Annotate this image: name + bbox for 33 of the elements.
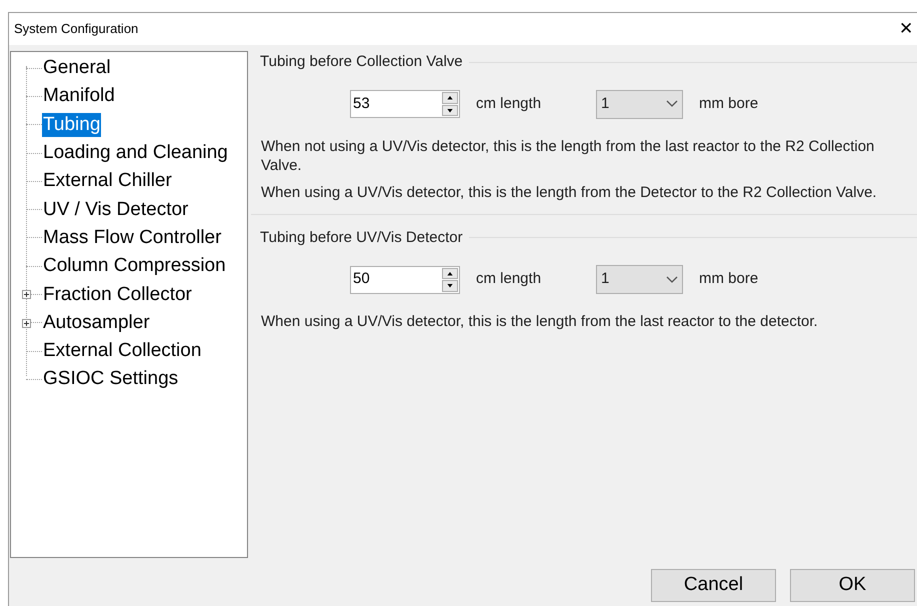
number-spin-field[interactable]: 53 xyxy=(350,90,460,118)
unit-label: mm bore xyxy=(699,269,758,290)
tree-item[interactable]: Fraction Collector xyxy=(42,282,193,307)
number-spin-field[interactable]: 50 xyxy=(350,266,460,294)
group-title: Tubing before Collection Valve xyxy=(260,52,463,72)
tree-item[interactable]: External Chiller xyxy=(42,169,173,194)
tree-item[interactable]: Column Compression xyxy=(42,254,227,278)
description-text: When not using a UV/Vis detector, this is the length from the last reactor to the R2 Collection Valve. xyxy=(261,136,876,174)
chevron-down-icon xyxy=(666,276,678,284)
tree-item[interactable]: Manifold xyxy=(42,84,116,108)
dialog-button[interactable]: Cancel xyxy=(651,569,776,602)
tree-item[interactable]: General xyxy=(42,56,112,80)
tree-item[interactable]: Loading and Cleaning xyxy=(42,141,229,166)
tree-item[interactable]: External Collection xyxy=(42,339,202,364)
window-title: System Configuration xyxy=(14,20,138,38)
chevron-down-icon xyxy=(666,100,678,108)
bore-dropdown[interactable]: 1 xyxy=(596,265,683,294)
description-text: When using a UV/Vis detector, this is the length from the Detector to the R2 Collection Valve. xyxy=(261,182,878,202)
unit-label: mm bore xyxy=(699,94,758,114)
group-title: Tubing before UV/Vis Detector xyxy=(260,228,463,248)
bore-dropdown[interactable]: 1 xyxy=(596,90,683,118)
tree-item[interactable]: Tubing xyxy=(42,112,102,137)
tree-item[interactable]: Mass Flow Controller xyxy=(42,226,222,250)
dialog-button[interactable]: OK xyxy=(790,569,915,602)
unit-label: cm length xyxy=(476,269,542,290)
unit-label: cm length xyxy=(476,94,542,114)
close-button[interactable]: ✕ xyxy=(899,16,913,42)
tree-item[interactable]: UV / Vis Detector xyxy=(42,198,190,222)
tree-item[interactable]: Autosampler xyxy=(42,310,151,335)
tree-item[interactable]: GSIOC Settings xyxy=(42,367,180,392)
expand-icon[interactable] xyxy=(22,318,31,328)
description-text: When using a UV/Vis detector, this is the length from the last reactor to the detector. xyxy=(261,312,819,331)
expand-icon[interactable] xyxy=(22,290,31,300)
